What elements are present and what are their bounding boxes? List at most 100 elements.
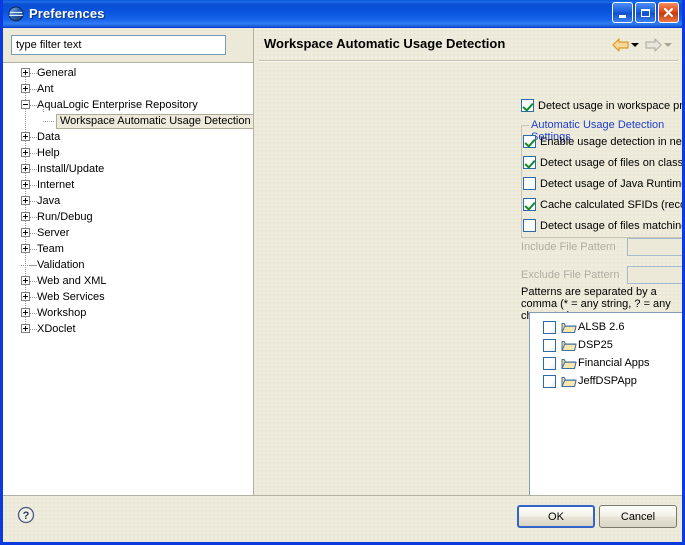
project-list-item[interactable]: DSP25 bbox=[530, 337, 682, 353]
checkbox-cache-calculated-sfids[interactable]: Cache calculated SFIDs (recommended) bbox=[523, 197, 682, 212]
back-arrow-icon[interactable] bbox=[612, 38, 629, 52]
checkbox-detect-usage-files-classpath[interactable]: Detect usage of files on classpath bbox=[523, 155, 684, 170]
window-controls bbox=[612, 2, 679, 23]
tree-item-workshop[interactable]: Workshop bbox=[3, 305, 253, 321]
tree-expand-icon[interactable] bbox=[21, 148, 30, 157]
project-label: JeffDSPApp bbox=[578, 375, 637, 387]
tree-item-validation[interactable]: Validation bbox=[3, 257, 253, 273]
project-list-item[interactable]: JeffDSPApp bbox=[530, 373, 682, 389]
maximize-icon bbox=[641, 8, 650, 17]
project-checkbox[interactable] bbox=[543, 338, 556, 352]
exclude-file-pattern-label: Exclude File Pattern bbox=[521, 269, 620, 281]
tree-item-label: Ant bbox=[37, 83, 54, 95]
filter-input[interactable] bbox=[11, 35, 226, 55]
tree-connector-stub bbox=[30, 297, 37, 298]
tree-expand-icon[interactable] bbox=[21, 68, 30, 77]
tree-expand-icon[interactable] bbox=[21, 180, 30, 189]
tree-expand-icon[interactable] bbox=[21, 228, 30, 237]
checkbox-detect-usage-files-matching-patterns[interactable]: Detect usage of files matching patterns bbox=[523, 218, 685, 233]
ok-button[interactable]: OK bbox=[517, 505, 595, 528]
exclude-file-pattern-input[interactable] bbox=[627, 266, 682, 284]
tree-expand-icon[interactable] bbox=[21, 84, 30, 93]
checkbox-label: Detect usage of files on classpath bbox=[540, 156, 684, 169]
checkbox-box[interactable] bbox=[523, 198, 536, 211]
project-label: DSP25 bbox=[578, 339, 613, 351]
tree-connector-stub bbox=[30, 185, 37, 186]
tree-item-team[interactable]: Team bbox=[3, 241, 253, 257]
checkbox-box[interactable] bbox=[523, 156, 536, 169]
tree-item-aqualogic-enterprise-repository[interactable]: AquaLogic Enterprise Repository bbox=[3, 97, 253, 113]
tree-expand-icon[interactable] bbox=[21, 244, 30, 253]
tree-connector-stub bbox=[30, 313, 37, 314]
cancel-button[interactable]: Cancel bbox=[599, 505, 677, 528]
tree-item-workspace-automatic-usage-detection[interactable]: Workspace Automatic Usage Detection bbox=[3, 113, 253, 129]
project-list-item[interactable]: ALSB 2.6 bbox=[530, 319, 682, 335]
tree-item-web-and-xml[interactable]: Web and XML bbox=[3, 273, 253, 289]
project-checkbox[interactable] bbox=[543, 356, 556, 370]
tree-item-install-update[interactable]: Install/Update bbox=[3, 161, 253, 177]
project-folder-icon-wrap bbox=[561, 357, 578, 370]
checkbox-box[interactable] bbox=[523, 177, 536, 190]
close-button[interactable] bbox=[658, 2, 679, 23]
preferences-tree[interactable]: General Ant AquaLogic Enterprise Repositor… bbox=[3, 62, 253, 496]
tree-connector-stub bbox=[30, 249, 37, 250]
tree-collapse-icon[interactable] bbox=[21, 100, 30, 109]
tree-expand-icon[interactable] bbox=[21, 132, 30, 141]
tree-item-help[interactable]: Help bbox=[3, 145, 253, 161]
include-file-pattern-label: Include File Pattern bbox=[521, 241, 616, 253]
checkbox-detect-usage-in-workspace-projects[interactable]: Detect usage in workspace projects bbox=[521, 98, 682, 113]
tree-connector-stub bbox=[21, 265, 37, 266]
project-checkbox[interactable] bbox=[543, 374, 556, 388]
tree-expand-icon[interactable] bbox=[21, 324, 30, 333]
checkbox-label: Detect usage of files matching patterns bbox=[540, 219, 685, 232]
tree-expand-icon[interactable] bbox=[21, 212, 30, 221]
tree-item-xdoclet[interactable]: XDoclet bbox=[3, 321, 253, 337]
maximize-button[interactable] bbox=[635, 2, 656, 23]
tree-item-run-debug[interactable]: Run/Debug bbox=[3, 209, 253, 225]
minimize-button[interactable] bbox=[612, 2, 633, 23]
tree-item-web-services[interactable]: Web Services bbox=[3, 289, 253, 305]
tree-expand-icon[interactable] bbox=[21, 164, 30, 173]
checkbox-box[interactable] bbox=[523, 219, 536, 232]
tree-item-general[interactable]: General bbox=[3, 65, 253, 81]
tree-connector-stub bbox=[30, 201, 37, 202]
tree-item-label: Internet bbox=[37, 179, 75, 191]
folder-icon bbox=[561, 358, 577, 369]
tree-item-label: Validation bbox=[37, 259, 85, 271]
tree-item-data[interactable]: Data bbox=[3, 129, 253, 145]
project-checkbox[interactable] bbox=[543, 320, 556, 334]
checkbox-box[interactable] bbox=[523, 135, 536, 148]
tree-expand-icon[interactable] bbox=[21, 276, 30, 285]
window-title: Preferences bbox=[29, 6, 105, 21]
help-question-icon[interactable]: ? bbox=[17, 506, 35, 524]
checkbox-enable-usage-detection-new-projects[interactable]: Enable usage detection in new workspace … bbox=[523, 134, 682, 149]
title-bar[interactable]: Preferences bbox=[3, 0, 682, 28]
tree-item-server[interactable]: Server bbox=[3, 225, 253, 241]
tree-item-label: Install/Update bbox=[37, 163, 105, 175]
tree-item-java[interactable]: Java bbox=[3, 193, 253, 209]
back-nav-group[interactable] bbox=[612, 38, 643, 52]
tree-subconnector-line bbox=[43, 107, 44, 113]
back-dropdown-caret[interactable] bbox=[631, 43, 639, 47]
checkbox-detect-usage-java-runtime-jars[interactable]: Detect usage of Java Runtime JARs bbox=[523, 176, 682, 191]
tree-item-ant[interactable]: Ant bbox=[3, 81, 253, 97]
tree-item-internet[interactable]: Internet bbox=[3, 177, 253, 193]
tree-connector-stub bbox=[30, 137, 37, 138]
tree-connector-stub bbox=[30, 233, 37, 234]
dialog-footer: ? OK Cancel bbox=[3, 495, 682, 539]
checkbox-box[interactable] bbox=[521, 99, 534, 112]
page-nav-arrows bbox=[612, 38, 676, 52]
project-list[interactable]: ALSB 2.6 DSP25 Financial Apps JeffDSPApp bbox=[529, 312, 682, 521]
include-file-pattern-input[interactable] bbox=[627, 238, 682, 256]
project-list-item[interactable]: Financial Apps bbox=[530, 355, 682, 371]
tree-connector-stub bbox=[30, 169, 37, 170]
tree-item-label: Data bbox=[37, 131, 61, 143]
tree-expand-icon[interactable] bbox=[21, 308, 30, 317]
tree-expand-icon[interactable] bbox=[21, 292, 30, 301]
project-folder-icon-wrap bbox=[561, 321, 578, 334]
project-label: ALSB 2.6 bbox=[578, 321, 625, 333]
page-title: Workspace Automatic Usage Detection bbox=[264, 36, 506, 51]
tree-item-label: Team bbox=[37, 243, 64, 255]
tree-expand-icon[interactable] bbox=[21, 196, 30, 205]
preference-page: Workspace Automatic Usage Detection Dete… bbox=[255, 28, 685, 521]
